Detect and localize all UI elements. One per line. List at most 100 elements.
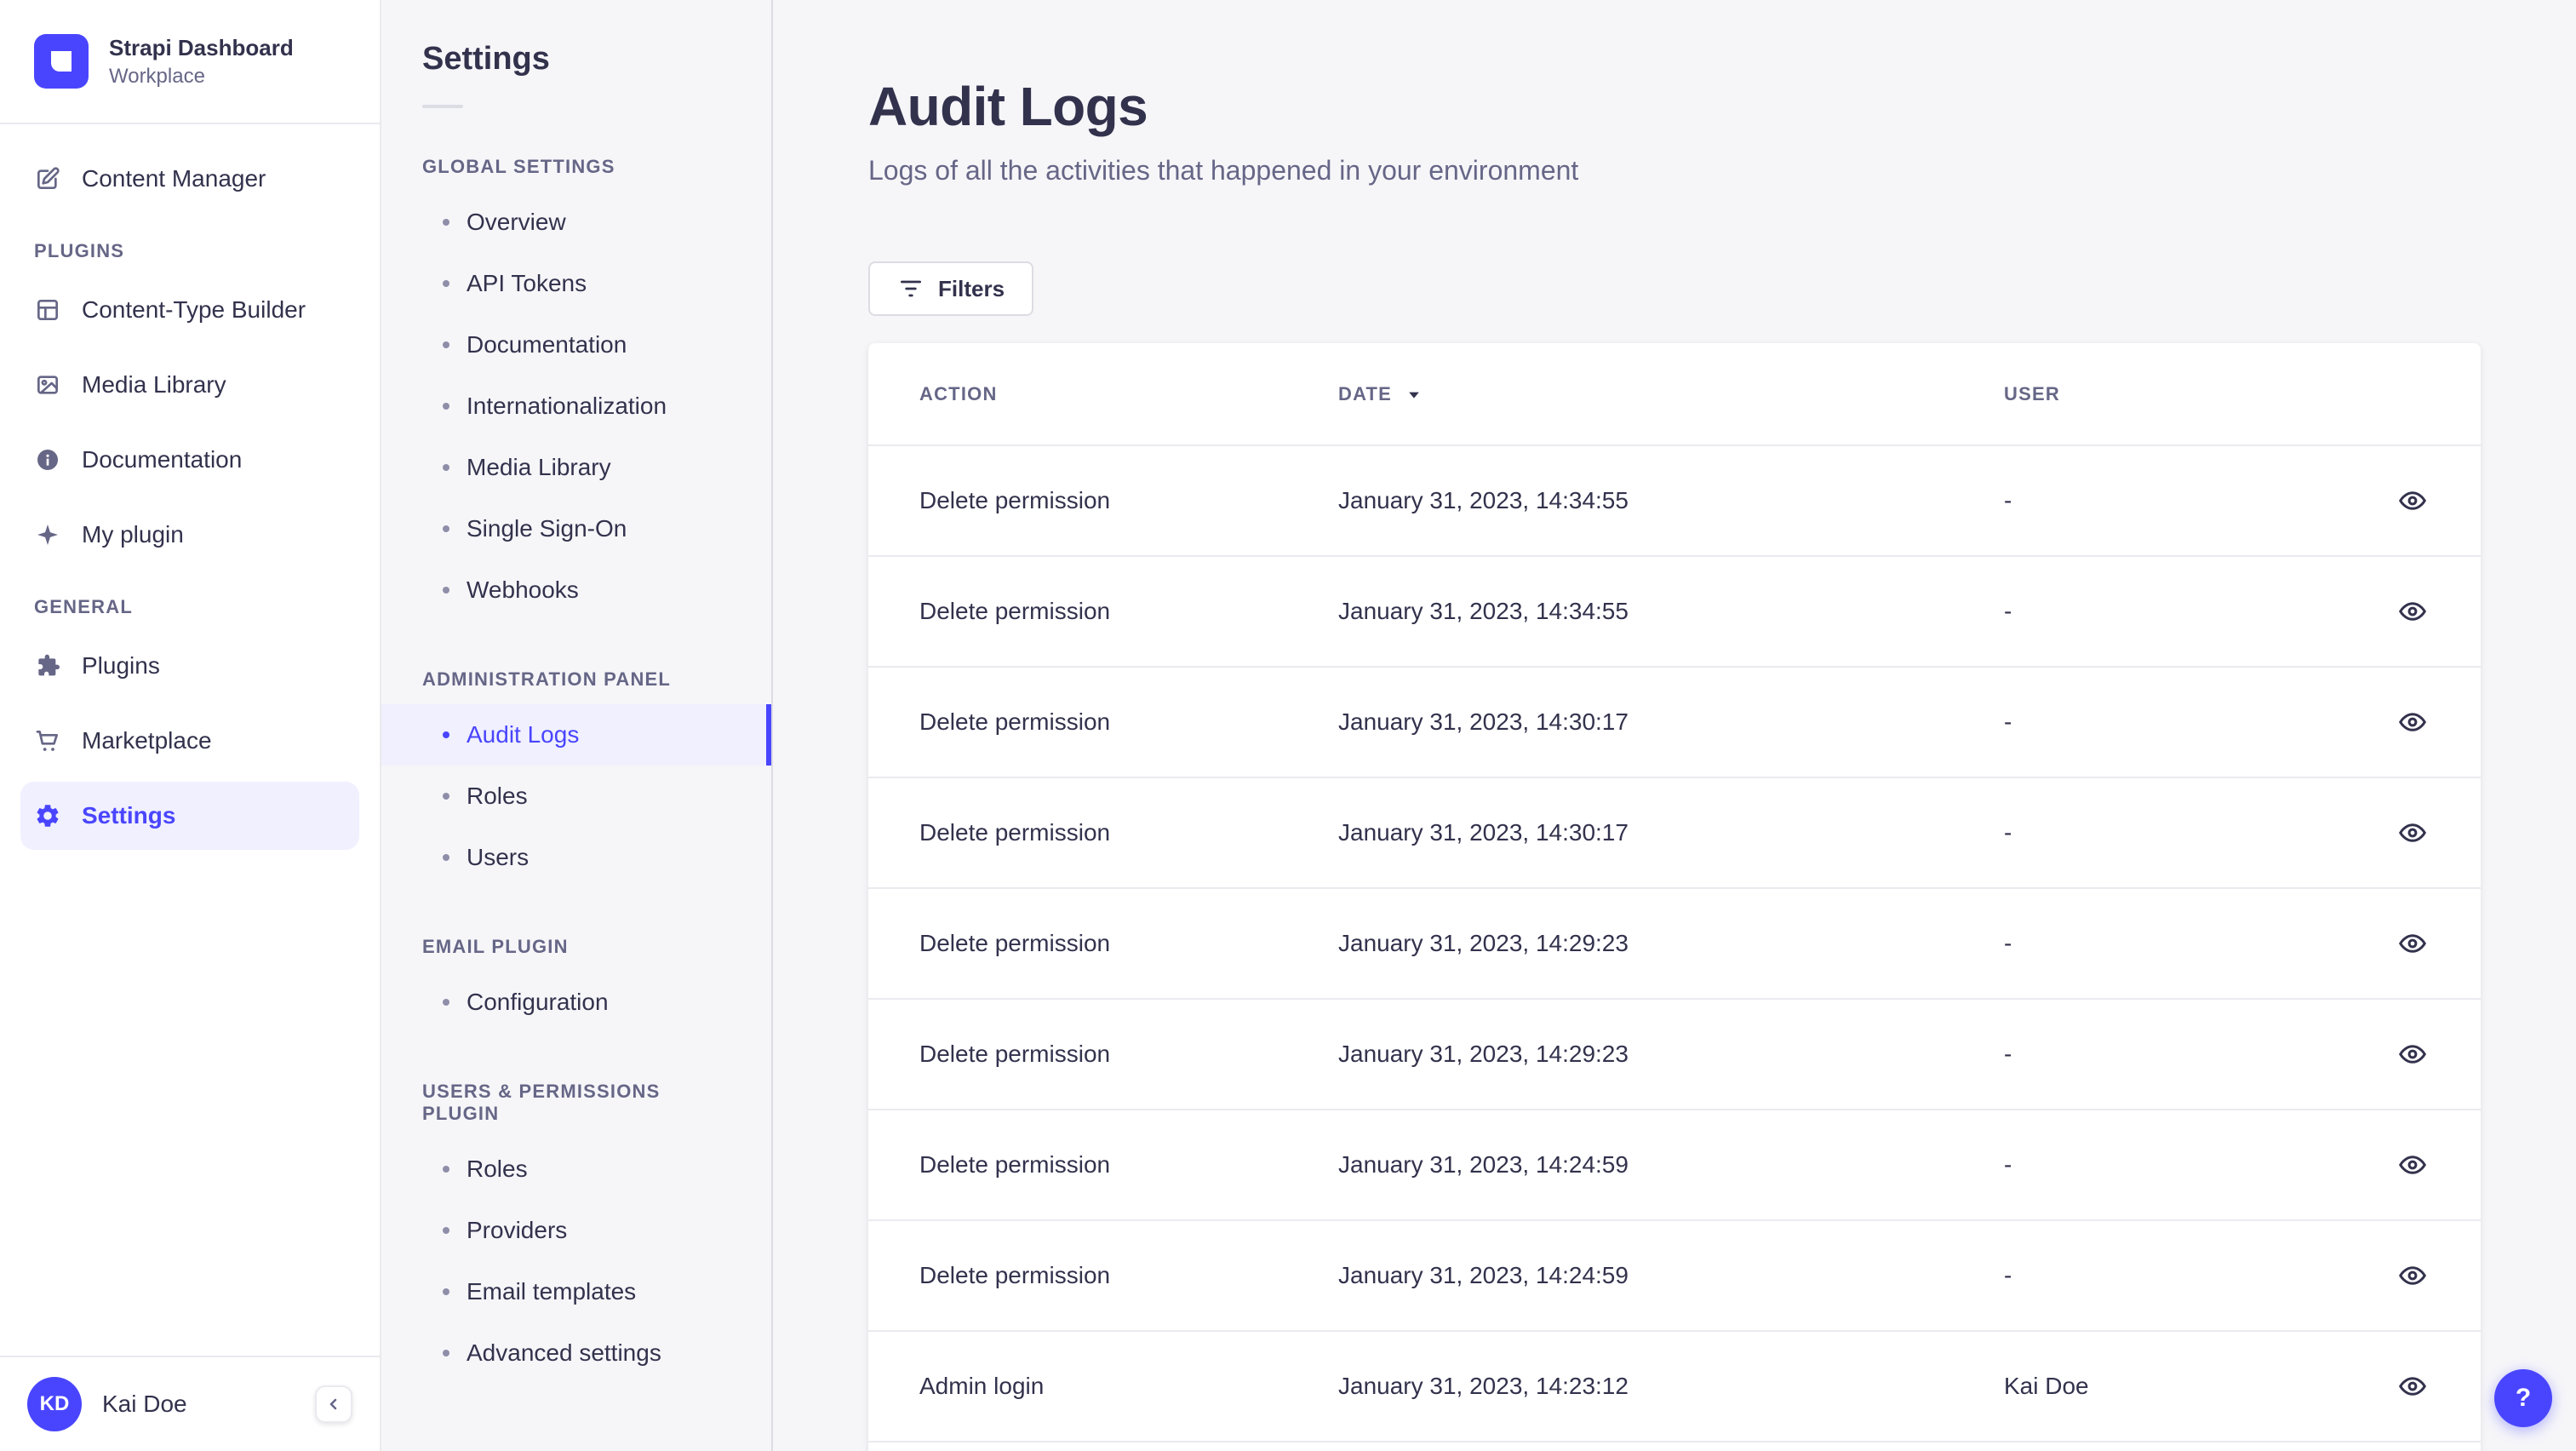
- table-row[interactable]: Delete permission January 31, 2023, 14:2…: [868, 888, 2481, 999]
- column-header-action: ACTION: [919, 382, 998, 404]
- settings-menu-item[interactable]: Single Sign-On: [381, 498, 771, 559]
- avatar[interactable]: KD: [27, 1377, 82, 1431]
- settings-menu-item[interactable]: API Tokens: [381, 253, 771, 314]
- settings-menu-item[interactable]: Media Library: [381, 437, 771, 498]
- sidebar-item-media-library[interactable]: Media Library: [20, 351, 359, 419]
- cell-actions: [2338, 1331, 2481, 1442]
- cell-user: -: [2004, 930, 2012, 956]
- cell-user: -: [2004, 1262, 2012, 1288]
- info-icon: [34, 446, 61, 473]
- settings-menu-item[interactable]: Webhooks: [381, 559, 771, 621]
- bullet-icon: [443, 1350, 449, 1356]
- sidebar-item-my-plugin[interactable]: My plugin: [20, 501, 359, 569]
- settings-menu-item-label: API Tokens: [467, 270, 587, 296]
- sidebar-section-plugins: PLUGINS: [34, 240, 125, 261]
- cell-date: January 31, 2023, 14:29:23: [1338, 930, 1629, 956]
- audit-logs-table: ACTION DATE USER Delete permission Janua…: [868, 343, 2481, 1442]
- cell-actions: [2338, 667, 2481, 777]
- settings-menu-item[interactable]: Roles: [381, 766, 771, 827]
- page-subtitle: Logs of all the activities that happened…: [868, 155, 1579, 186]
- settings-section-email: EMAIL PLUGIN Configuration: [381, 936, 771, 1033]
- eye-icon: [2397, 1039, 2428, 1070]
- table-row[interactable]: Delete permission January 31, 2023, 14:3…: [868, 667, 2481, 777]
- cell-action: Delete permission: [919, 930, 1111, 956]
- view-log-button[interactable]: [2389, 1141, 2436, 1189]
- table-row[interactable]: Delete permission January 31, 2023, 14:3…: [868, 445, 2481, 556]
- settings-section-administration: ADMINISTRATION PANEL Audit Logs Roles Us…: [381, 668, 771, 888]
- caret-down-icon: [1402, 382, 1426, 406]
- column-header-date-label: DATE: [1338, 382, 1393, 404]
- help-button[interactable]: ?: [2494, 1369, 2552, 1427]
- settings-menu-item[interactable]: Overview: [381, 192, 771, 253]
- cell-user: -: [2004, 708, 2012, 735]
- settings-menu-item[interactable]: Documentation: [381, 314, 771, 376]
- settings-menu-item[interactable]: Internationalization: [381, 376, 771, 437]
- table-row[interactable]: Delete permission January 31, 2023, 14:2…: [868, 999, 2481, 1110]
- cell-date: January 31, 2023, 14:23:12: [1338, 1373, 1629, 1399]
- workspace-switcher[interactable]: Strapi Dashboard Workplace: [0, 0, 380, 124]
- view-log-button[interactable]: [2389, 1362, 2436, 1410]
- table-row[interactable]: Delete permission January 31, 2023, 14:2…: [868, 1110, 2481, 1220]
- settings-menu-item-label: Documentation: [467, 331, 627, 358]
- view-log-button[interactable]: [2389, 698, 2436, 746]
- sidebar-item-content-type-builder[interactable]: Content-Type Builder: [20, 276, 359, 344]
- eye-icon: [2397, 1260, 2428, 1291]
- settings-menu-item[interactable]: Roles: [381, 1138, 771, 1200]
- sidebar-item-label: Plugins: [82, 652, 160, 679]
- cell-date: January 31, 2023, 14:30:17: [1338, 708, 1629, 735]
- view-log-button[interactable]: [2389, 477, 2436, 525]
- settings-menu-item-label: Media Library: [467, 454, 611, 480]
- sort-by-date-button[interactable]: DATE: [1338, 382, 1426, 406]
- settings-menu: Configuration: [381, 972, 771, 1033]
- table-row[interactable]: Delete permission January 31, 2023, 14:3…: [868, 777, 2481, 888]
- main-sidebar: Strapi Dashboard Workplace Content Manag…: [0, 0, 381, 1451]
- settings-menu-item[interactable]: Advanced settings: [381, 1322, 771, 1384]
- cell-date: January 31, 2023, 14:29:23: [1338, 1041, 1629, 1067]
- sidebar-item-plugins[interactable]: Plugins: [20, 632, 359, 700]
- brand-text: Strapi Dashboard Workplace: [109, 35, 294, 89]
- sparkle-icon: [34, 521, 61, 548]
- bullet-icon: [443, 464, 449, 471]
- sidebar-item-marketplace[interactable]: Marketplace: [20, 707, 359, 775]
- settings-menu: Audit Logs Roles Users: [381, 704, 771, 888]
- bullet-icon: [443, 1227, 449, 1234]
- settings-section-users-permissions: USERS & PERMISSIONS PLUGIN Roles Provide…: [381, 1081, 771, 1384]
- cell-actions: [2338, 445, 2481, 556]
- settings-menu-item-label: Email templates: [467, 1278, 637, 1305]
- view-log-button[interactable]: [2389, 809, 2436, 857]
- cell-actions: [2338, 1110, 2481, 1220]
- view-log-button[interactable]: [2389, 1030, 2436, 1078]
- table-row[interactable]: Delete permission January 31, 2023, 14:3…: [868, 556, 2481, 667]
- view-log-button[interactable]: [2389, 920, 2436, 967]
- sidebar-item-label: Content-Type Builder: [82, 296, 306, 323]
- sidebar-item-settings[interactable]: Settings: [20, 782, 359, 850]
- sidebar-item-documentation[interactable]: Documentation: [20, 426, 359, 494]
- sidebar-item-content-manager[interactable]: Content Manager: [20, 145, 359, 213]
- settings-section-title: ADMINISTRATION PANEL: [422, 668, 672, 690]
- filters-button[interactable]: Filters: [868, 261, 1034, 316]
- sidebar-footer: KD Kai Doe: [0, 1356, 380, 1451]
- cell-date: January 31, 2023, 14:30:17: [1338, 819, 1629, 846]
- eye-icon: [2397, 928, 2428, 959]
- view-log-button[interactable]: [2389, 1252, 2436, 1299]
- sidebar-nav: Content Manager PLUGINS Content-Type Bui…: [0, 124, 380, 1356]
- settings-menu-item[interactable]: Users: [381, 827, 771, 888]
- bullet-icon: [443, 793, 449, 800]
- view-log-button[interactable]: [2389, 588, 2436, 635]
- cell-action: Delete permission: [919, 1041, 1111, 1067]
- table-row[interactable]: Delete permission January 31, 2023, 14:2…: [868, 1220, 2481, 1331]
- settings-menu-item[interactable]: Configuration: [381, 972, 771, 1033]
- settings-menu-item[interactable]: Providers: [381, 1200, 771, 1261]
- layout-icon: [34, 296, 61, 324]
- eye-icon: [2397, 817, 2428, 848]
- settings-menu-item-label: Roles: [467, 1156, 528, 1182]
- collapse-sidebar-button[interactable]: [315, 1385, 352, 1423]
- picture-icon: [34, 371, 61, 399]
- settings-menu-item-label: Roles: [467, 783, 528, 809]
- table-header-row: ACTION DATE USER: [868, 343, 2481, 445]
- settings-menu-item[interactable]: Email templates: [381, 1261, 771, 1322]
- table-row[interactable]: Admin login January 31, 2023, 14:23:12 K…: [868, 1331, 2481, 1442]
- settings-menu-item[interactable]: Audit Logs: [381, 704, 771, 766]
- eye-icon: [2397, 485, 2428, 516]
- sidebar-item-label: My plugin: [82, 521, 184, 548]
